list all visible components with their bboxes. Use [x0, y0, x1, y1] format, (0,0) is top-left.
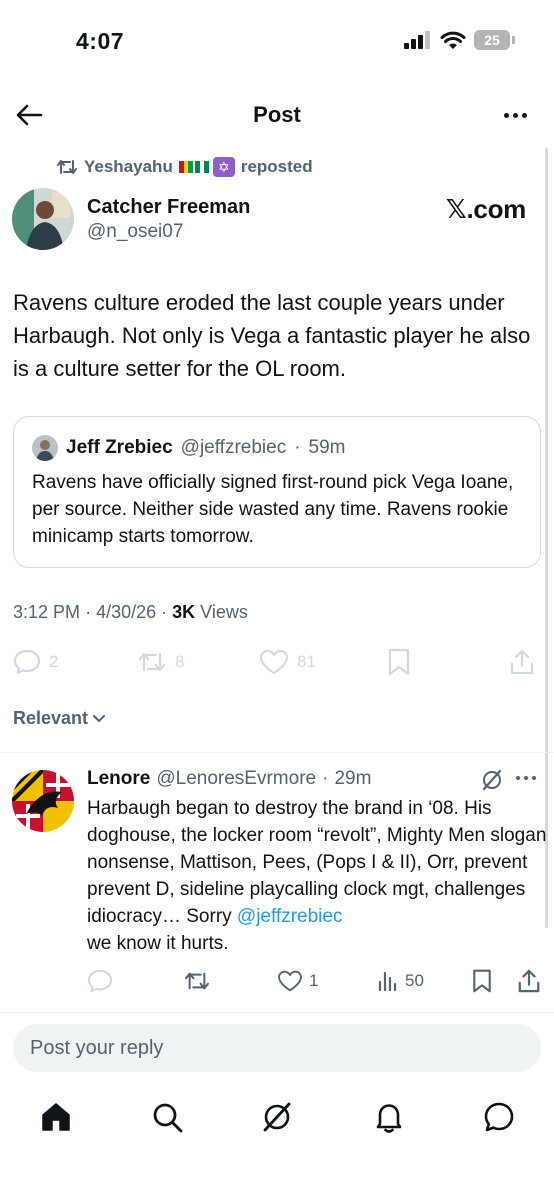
repost-count: 8 [175, 652, 185, 671]
reply-views-button[interactable]: 50 [377, 966, 424, 996]
quote-separator: · [294, 437, 301, 458]
more-dot-icon [503, 112, 509, 118]
reply-text: Harbaugh began to destroy the brand in ‘… [87, 795, 547, 957]
bottom-tab-bar [0, 1092, 554, 1142]
heart-icon [259, 649, 289, 675]
share-icon [518, 969, 540, 993]
more-options-button[interactable] [498, 102, 532, 128]
post-text: Ravens culture eroded the last couple ye… [13, 290, 531, 381]
more-dot-icon [512, 112, 518, 118]
reply-header: Lenore @LenoresEvrmore · 29m [87, 768, 371, 790]
share-button[interactable] [509, 646, 535, 678]
repost-icon [138, 652, 166, 672]
sort-label: Relevant [13, 708, 89, 728]
chevron-down-icon [93, 714, 106, 722]
reply-separator: · [322, 768, 329, 789]
reply-like-button[interactable]: 1 [277, 966, 318, 996]
reply-action-bar: 1 50 [87, 966, 542, 996]
repost-button[interactable]: 8 [137, 646, 184, 678]
quote-author-name: Jeff Zrebiec [66, 437, 173, 458]
reply-icon [13, 649, 41, 675]
reply-icon [87, 969, 113, 993]
divider [0, 752, 554, 753]
quote-author-avatar [32, 435, 58, 461]
reply-button[interactable]: 2 [13, 646, 58, 678]
menorah-icon: ✡ [212, 157, 235, 177]
post-action-bar: 2 8 81 [13, 646, 541, 678]
repost-action-label: reposted [240, 157, 313, 176]
wifi-icon [440, 31, 466, 49]
flag-emojis: ✡ [178, 157, 235, 177]
messages-icon[interactable] [482, 1100, 516, 1134]
notifications-bell-icon[interactable] [372, 1100, 406, 1134]
reply-author-name[interactable]: Lenore [87, 768, 150, 790]
views-count: 3K [172, 602, 196, 622]
author-avatar[interactable] [12, 188, 74, 250]
reply-like-count: 1 [309, 971, 319, 990]
flag-icon [194, 161, 209, 173]
reply-age: 29m [334, 768, 372, 789]
grok-icon[interactable] [480, 768, 504, 792]
author-name[interactable]: Catcher Freeman [87, 196, 250, 219]
repost-icon [57, 160, 77, 174]
more-dot-icon [521, 112, 527, 118]
search-icon[interactable] [150, 1100, 184, 1134]
reply-input[interactable] [30, 1036, 541, 1060]
reply-author-avatar[interactable] [12, 770, 74, 832]
page-title: Post [253, 102, 301, 127]
reply-author-handle[interactable]: @LenoresEvrmore [156, 768, 316, 790]
reply-sort-dropdown[interactable]: Relevant [13, 708, 106, 729]
meta-separator: · [161, 602, 173, 622]
analytics-icon [378, 971, 397, 992]
battery-icon: 25 [474, 30, 515, 50]
share-icon [510, 649, 534, 675]
reply-compose-box[interactable] [13, 1024, 541, 1072]
header: Post [0, 90, 554, 140]
home-icon[interactable] [39, 1100, 73, 1134]
more-dot-icon [524, 776, 528, 780]
mention-link[interactable]: @jeffzrebiec [237, 906, 343, 927]
post-date: 4/30/26 [96, 602, 157, 622]
reply-bookmark-button[interactable] [471, 966, 493, 996]
post-time: 3:12 PM [13, 602, 81, 622]
quoted-post-card[interactable]: Jeff Zrebiec @jeffzrebiec · 59m Ravens h… [13, 416, 541, 568]
repost-icon [184, 972, 210, 990]
source-badge: 𝕏.com [445, 194, 526, 224]
views-label: Views [200, 602, 248, 622]
post-author: Catcher Freeman @n_osei07 𝕏.com [12, 188, 542, 252]
reply-views-count: 50 [405, 971, 424, 990]
status-time: 4:07 [76, 28, 125, 54]
status-icons: 25 [404, 30, 515, 50]
heart-icon [278, 970, 302, 992]
reposter-name: Yeshayahu [84, 157, 173, 176]
flag-icon [178, 161, 193, 173]
more-dot-icon [516, 776, 520, 780]
repost-context[interactable]: Yeshayahu ✡ reposted [56, 156, 313, 178]
bookmark-button[interactable] [387, 646, 411, 678]
quote-age: 59m [308, 437, 346, 458]
reply-reply-button[interactable] [87, 966, 113, 996]
reply-repost-button[interactable] [183, 966, 211, 996]
bookmark-icon [388, 648, 410, 676]
quote-author-handle: @jeffzrebiec [180, 437, 287, 458]
meta-separator: · [85, 602, 97, 622]
reply-more-button[interactable] [516, 776, 540, 784]
author-handle[interactable]: @n_osei07 [87, 221, 183, 243]
bookmark-icon [473, 969, 491, 993]
quote-header: Jeff Zrebiec @jeffzrebiec · 59m [32, 435, 346, 461]
reply-share-button[interactable] [517, 966, 541, 996]
quote-text: Ravens have officially signed first-roun… [32, 472, 514, 547]
like-button[interactable]: 81 [259, 646, 316, 678]
post-meta: 3:12 PM · 4/30/26 · 3K Views [13, 602, 248, 623]
reply-body-end: we know it hurts. [87, 933, 229, 954]
battery-level: 25 [484, 32, 500, 48]
status-bar: 4:07 25 [0, 0, 554, 80]
more-dot-icon [532, 776, 536, 780]
cellular-signal-icon [404, 31, 430, 49]
grok-icon[interactable] [260, 1100, 294, 1134]
reply-count: 2 [49, 652, 59, 671]
divider [0, 1012, 554, 1013]
like-count: 81 [297, 652, 316, 671]
